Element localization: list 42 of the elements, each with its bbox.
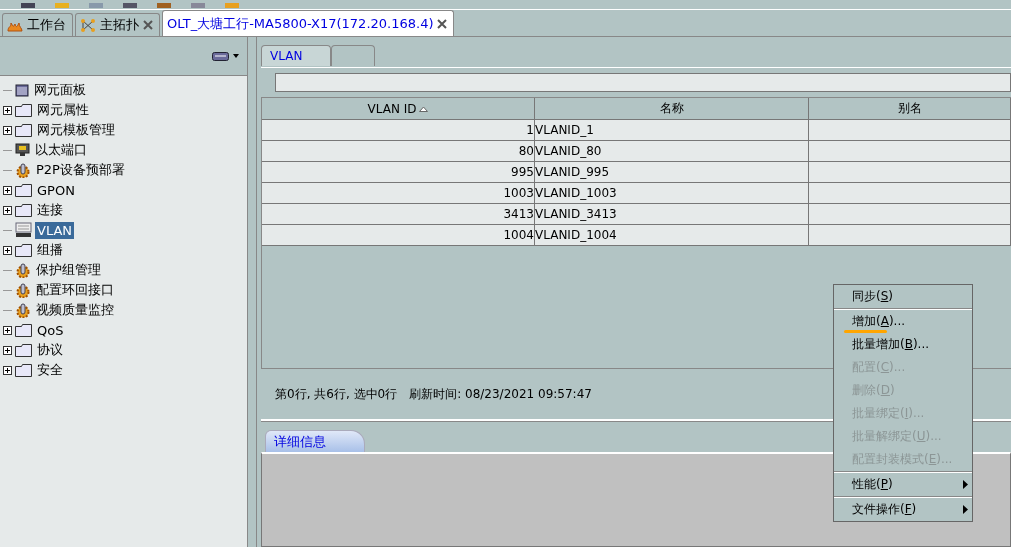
tree-item[interactable]: VLAN [35,221,75,239]
tree-item[interactable]: 安全 [35,360,65,380]
view-tab[interactable]: VLAN [261,45,331,66]
table-cell: 3413 [262,204,535,225]
detail-tab[interactable]: 详细信息 [265,430,365,452]
menu-item[interactable]: 批量增加(B)... [834,333,972,356]
table-cell: VLANID_995 [535,162,809,183]
table-cell: VLANID_1004 [535,225,809,246]
menu-item[interactable]: 性能(P) [834,473,972,496]
document-tab[interactable]: OLT_大塘工行-MA5800-X17(172.20.168.4) [162,10,455,36]
tree-item[interactable]: 连接 [35,200,65,220]
tree-item[interactable]: 视频质量监控 [34,300,116,320]
table-cell: 1004 [262,225,535,246]
table-cell: 995 [262,162,535,183]
tree-item[interactable]: 组播 [35,240,65,260]
menu-item[interactable]: 文件操作(F) [834,498,972,521]
column-header[interactable]: 别名 [809,98,1011,120]
tree-item[interactable]: 网元属性 [35,100,91,120]
table-cell: VLANID_80 [535,141,809,162]
table-cell: VLANID_1003 [535,183,809,204]
tree-item[interactable]: 以太端口 [33,140,89,160]
row-count-text: 第0行, 共6行, 选中0行 [275,385,398,403]
tree-item[interactable]: 保护组管理 [34,260,103,280]
table-cell: VLANID_3413 [535,204,809,225]
tree-item[interactable]: 配置环回接口 [34,280,116,300]
tree-item[interactable]: 协议 [35,340,65,360]
document-tab[interactable]: 主拓扑 [75,13,160,36]
tree-item[interactable]: P2P设备预部署 [34,160,127,180]
tree-item[interactable]: QoS [35,321,66,339]
tree-item[interactable]: 网元模板管理 [35,120,117,140]
table-cell: 1 [262,120,535,141]
column-header[interactable]: 名称 [535,98,809,120]
menu-item[interactable]: 同步(S) [834,285,972,308]
refresh-time-text: 刷新时间: 08/23/2021 09:57:47 [409,385,592,403]
menu-item[interactable]: 增加(A)... [834,310,972,333]
table-cell: VLANID_1 [535,120,809,141]
table-cell: 1003 [262,183,535,204]
tree-item[interactable]: GPON [35,181,77,199]
document-tab[interactable]: 工作台 [2,13,73,36]
column-header[interactable]: VLAN ID [262,98,535,120]
table-cell: 80 [262,141,535,162]
tree-item[interactable]: 网元面板 [32,80,88,100]
